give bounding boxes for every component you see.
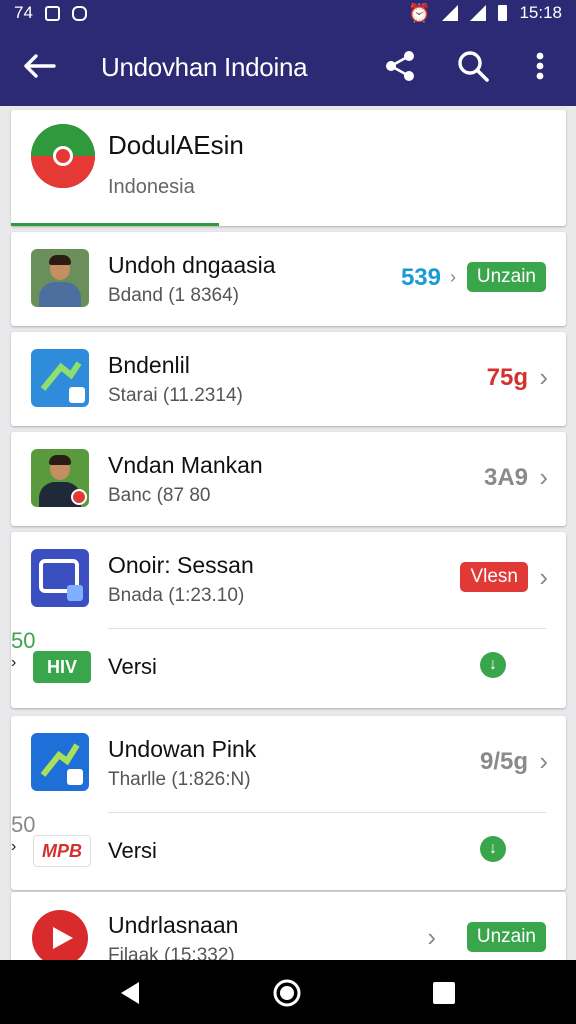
status-time: 15:18 xyxy=(519,3,562,22)
list-item[interactable]: Bndenlil Starai (11.2314) 75g › xyxy=(11,332,566,428)
nav-back-icon[interactable] xyxy=(117,980,143,1006)
app-icon xyxy=(31,549,89,607)
chevron-right-icon: › xyxy=(450,267,456,287)
app-icon xyxy=(31,909,89,960)
status-notification-text: 74 xyxy=(14,3,33,22)
chevron-right-icon[interactable]: › xyxy=(539,562,548,593)
country-title: DodulAEsin xyxy=(108,130,244,160)
alarm-icon: ⏰ xyxy=(408,2,431,23)
battery-icon xyxy=(498,5,508,21)
version-value: 50 xyxy=(11,812,36,837)
status-badge[interactable]: Unzain xyxy=(466,262,546,292)
item-meta: Filaak (15:332) xyxy=(108,945,235,960)
item-name: Undoh dngaasia xyxy=(108,252,276,278)
status-badge[interactable]: Vlesn xyxy=(460,562,528,592)
version-row[interactable]: HIV Versi ↓ 50 › xyxy=(11,628,566,706)
search-icon[interactable] xyxy=(455,48,491,84)
download-icon: ↓ xyxy=(480,836,506,862)
version-label: Versi xyxy=(108,654,157,679)
item-meta: Bnada (1:23.10) xyxy=(108,585,245,606)
list-card[interactable]: Undrlasnaan Filaak (15:332) › Unzain xyxy=(11,892,566,960)
navigation-bar xyxy=(0,960,576,1024)
flag-icon xyxy=(31,124,95,188)
hiv-logo: HIV xyxy=(33,651,91,683)
more-vert-icon[interactable] xyxy=(522,48,558,84)
list-item[interactable]: Vndan Mankan Banc (87 80 3A9 › xyxy=(11,432,566,528)
progress-indicator xyxy=(11,223,219,226)
country-subtitle: Indonesia xyxy=(108,176,195,198)
list-card[interactable]: Onoir: Sessan Bnada (1:23.10) Vlesn › HI… xyxy=(11,532,566,708)
mpb-logo: MPB xyxy=(33,835,91,867)
item-name: Onoir: Sessan xyxy=(108,552,254,578)
app-icon xyxy=(31,733,89,791)
item-name: Vndan Mankan xyxy=(108,452,263,478)
share-icon[interactable] xyxy=(382,48,418,84)
list-item[interactable]: Undrlasnaan Filaak (15:332) › Unzain xyxy=(11,892,566,960)
signal-icon xyxy=(470,5,487,21)
app-bar: Undovhan Indoina xyxy=(0,26,576,106)
download-icon: ↓ xyxy=(480,652,506,678)
country-header-card[interactable]: DodulAEsin Indonesia xyxy=(11,110,566,226)
item-value: 75g xyxy=(486,364,528,391)
item-value: 3A9 xyxy=(483,464,528,491)
avatar xyxy=(31,249,89,307)
list-item[interactable]: Undowan Pink Tharlle (1:826:N) 9/5g › xyxy=(11,716,566,812)
content-list: DodulAEsin Indonesia Undoh dngaasia Bdan… xyxy=(0,106,576,960)
list-item[interactable]: Onoir: Sessan Bnada (1:23.10) Vlesn › xyxy=(11,532,566,628)
chevron-right-icon[interactable]: › xyxy=(539,746,548,777)
item-value: 539 xyxy=(400,264,441,291)
notification-icon xyxy=(71,5,87,21)
arrow-left-icon[interactable] xyxy=(22,50,58,82)
chevron-right-icon[interactable]: › xyxy=(539,362,548,393)
item-value: 9/5g xyxy=(479,748,528,775)
list-card[interactable]: Undowan Pink Tharlle (1:826:N) 9/5g › MP… xyxy=(11,716,566,890)
list-card[interactable]: Bndenlil Starai (11.2314) 75g › xyxy=(11,332,566,426)
item-meta: Banc (87 80 xyxy=(108,485,211,506)
list-card[interactable]: Undoh dngaasia Bdand (1 8364) 539 › Unza… xyxy=(11,232,566,326)
version-row[interactable]: MPB Versi ↓ 50 › xyxy=(11,812,566,890)
chevron-right-icon[interactable]: › xyxy=(427,922,436,953)
item-name: Undrlasnaan xyxy=(108,912,239,938)
item-meta: Tharlle (1:826:N) xyxy=(108,769,251,790)
status-bar: 74 ⏰ 15:18 xyxy=(0,0,576,26)
chevron-right-icon[interactable]: › xyxy=(539,462,548,493)
version-label: Versi xyxy=(108,838,157,863)
item-meta: Starai (11.2314) xyxy=(108,385,243,406)
item-name: Undowan Pink xyxy=(108,736,257,762)
app-icon xyxy=(31,349,89,407)
wifi-icon xyxy=(442,5,459,21)
item-meta: Bdand (1 8364) xyxy=(108,285,239,306)
item-name: Bndenlil xyxy=(108,352,190,378)
nav-home-icon[interactable] xyxy=(272,978,302,1008)
list-card[interactable]: Vndan Mankan Banc (87 80 3A9 › xyxy=(11,432,566,526)
notification-icon xyxy=(44,5,60,21)
version-value: 50 xyxy=(11,628,36,653)
nav-recents-icon[interactable] xyxy=(431,980,457,1006)
avatar xyxy=(31,449,89,507)
list-item[interactable]: Undoh dngaasia Bdand (1 8364) 539 › Unza… xyxy=(11,232,566,328)
page-title: Undovhan Indoina xyxy=(101,52,308,82)
status-badge[interactable]: Unzain xyxy=(466,922,546,952)
